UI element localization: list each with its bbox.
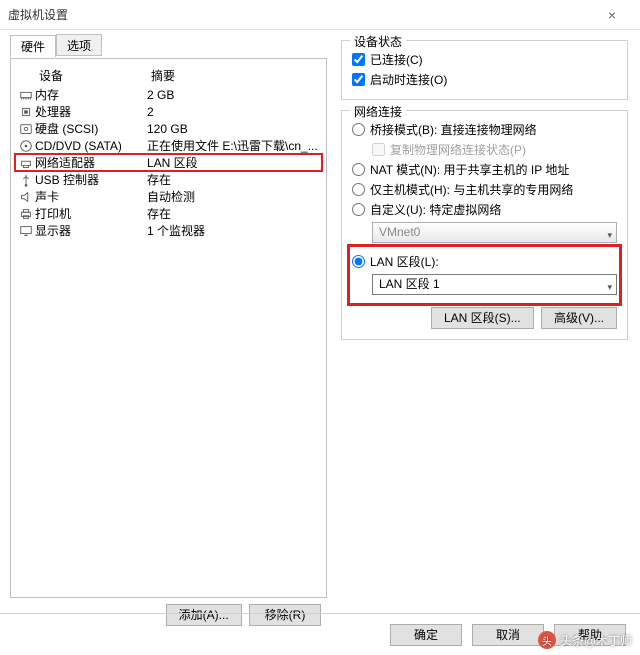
col-summary: 摘要 <box>151 67 316 84</box>
net-icon <box>17 156 35 170</box>
cd-icon <box>17 139 35 153</box>
bridged-radio[interactable]: 桥接模式(B): 直接连接物理网络 <box>352 119 617 139</box>
device-list: 设备 摘要 内存2 GB处理器2硬盘 (SCSI)120 GBCD/DVD (S… <box>10 58 327 598</box>
network-title: 网络连接 <box>350 103 406 120</box>
device-summary: 120 GB <box>147 122 320 136</box>
network-connection-group: 网络连接 桥接模式(B): 直接连接物理网络 复制物理网络连接状态(P) NAT… <box>341 110 628 340</box>
hostonly-radio[interactable]: 仅主机模式(H): 与主机共享的专用网络 <box>352 179 617 199</box>
device-summary: 1 个监视器 <box>147 222 320 239</box>
printer-icon <box>17 207 35 221</box>
device-row-disk[interactable]: 硬盘 (SCSI)120 GB <box>15 120 322 137</box>
device-status-group: 设备状态 已连接(C) 启动时连接(O) <box>341 40 628 100</box>
display-icon <box>17 224 35 238</box>
cpu-icon <box>17 105 35 119</box>
device-row-sound[interactable]: 声卡自动检测 <box>15 188 322 205</box>
device-summary: 自动检测 <box>147 188 320 205</box>
device-summary: 2 GB <box>147 88 320 102</box>
replicate-checkbox: 复制物理网络连接状态(P) <box>352 139 617 159</box>
connect-poweron-checkbox[interactable]: 启动时连接(O) <box>352 69 617 89</box>
lan-segments-button[interactable]: LAN 区段(S)... <box>431 307 534 329</box>
tab-hardware[interactable]: 硬件 <box>10 35 56 57</box>
device-summary: 正在使用文件 E:\迅雷下载\cn_... <box>147 137 320 154</box>
device-name: 打印机 <box>35 205 147 222</box>
device-name: 声卡 <box>35 188 147 205</box>
connected-checkbox[interactable]: 已连接(C) <box>352 49 617 69</box>
chevron-down-icon: ▾ <box>607 226 612 245</box>
col-device: 设备 <box>21 67 151 84</box>
device-name: USB 控制器 <box>35 171 147 188</box>
memory-icon <box>17 88 35 102</box>
device-summary: 2 <box>147 105 320 119</box>
custom-radio[interactable]: 自定义(U): 特定虚拟网络 <box>352 199 617 219</box>
lan-segment-radio[interactable]: LAN 区段(L): <box>352 251 617 271</box>
watermark: 头 头条@木丁师 <box>538 631 632 649</box>
disk-icon <box>17 122 35 136</box>
ok-button[interactable]: 确定 <box>390 624 462 646</box>
connected-input[interactable] <box>352 53 365 66</box>
watermark-icon: 头 <box>538 631 556 649</box>
advanced-button[interactable]: 高级(V)... <box>541 307 617 329</box>
device-row-cd[interactable]: CD/DVD (SATA)正在使用文件 E:\迅雷下载\cn_... <box>15 137 322 154</box>
device-row-display[interactable]: 显示器1 个监视器 <box>15 222 322 239</box>
dialog-footer: 确定 取消 帮助 头 头条@木丁师 <box>0 613 640 655</box>
tab-bar: 硬件 选项 <box>10 34 327 56</box>
device-summary: 存在 <box>147 171 320 188</box>
device-name: 网络适配器 <box>35 154 147 171</box>
device-row-memory[interactable]: 内存2 GB <box>15 86 322 103</box>
device-summary: 存在 <box>147 205 320 222</box>
device-row-printer[interactable]: 打印机存在 <box>15 205 322 222</box>
connect-poweron-input[interactable] <box>352 73 365 86</box>
close-icon[interactable]: × <box>592 7 632 23</box>
sound-icon <box>17 190 35 204</box>
window-title: 虚拟机设置 <box>8 6 592 23</box>
device-name: CD/DVD (SATA) <box>35 139 147 153</box>
device-name: 处理器 <box>35 103 147 120</box>
nat-radio[interactable]: NAT 模式(N): 用于共享主机的 IP 地址 <box>352 159 617 179</box>
chevron-down-icon[interactable]: ▾ <box>607 278 612 297</box>
device-summary: LAN 区段 <box>147 154 320 171</box>
lan-segment-select[interactable]: LAN 区段 1 ▾ <box>372 274 617 295</box>
custom-vmnet-select: VMnet0 ▾ <box>372 222 617 243</box>
device-row-net[interactable]: 网络适配器LAN 区段 <box>15 154 322 171</box>
tab-options[interactable]: 选项 <box>56 34 102 56</box>
cancel-button[interactable]: 取消 <box>472 624 544 646</box>
device-row-usb[interactable]: USB 控制器存在 <box>15 171 322 188</box>
device-row-cpu[interactable]: 处理器2 <box>15 103 322 120</box>
status-title: 设备状态 <box>350 33 406 50</box>
device-name: 硬盘 (SCSI) <box>35 120 147 137</box>
device-name: 内存 <box>35 86 147 103</box>
usb-icon <box>17 173 35 187</box>
device-name: 显示器 <box>35 222 147 239</box>
